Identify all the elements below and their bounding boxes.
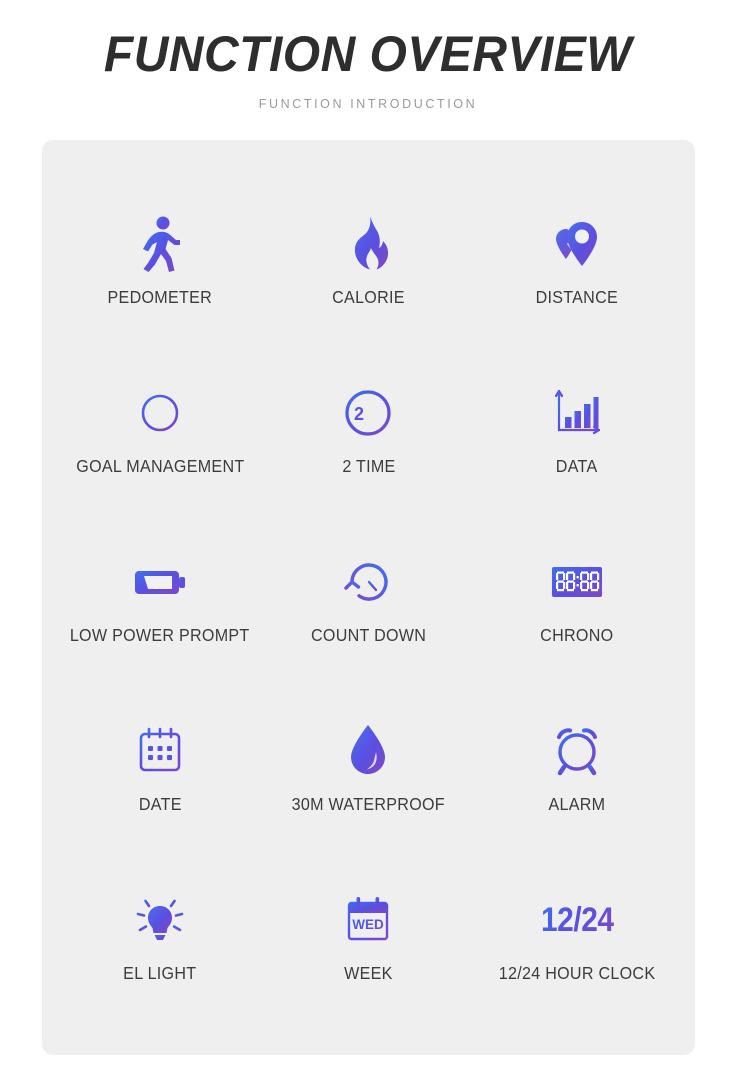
page-header: FUNCTION OVERVIEW FUNCTION INTRODUCTION [0, 0, 736, 111]
feature-12-24-hour-clock[interactable]: 12/24 12/24 HOUR CLOCK [473, 852, 681, 1021]
svg-text:WED: WED [353, 917, 385, 932]
feature-count-down[interactable]: COUNT DOWN [264, 514, 472, 683]
feature-alarm[interactable]: ALARM [473, 683, 681, 852]
page-subtitle: FUNCTION INTRODUCTION [258, 96, 478, 111]
feature-date[interactable]: DATE [56, 683, 264, 852]
feature-pedometer[interactable]: PEDOMETER [56, 176, 264, 345]
feature-2-time[interactable]: 2 2 TIME [264, 345, 472, 514]
battery-icon [131, 551, 189, 613]
feature-label: DATA [555, 456, 598, 476]
clock-counterclockwise-icon [341, 551, 395, 613]
feature-chrono[interactable]: CHRONO [473, 514, 681, 683]
feature-goal-management[interactable]: GOAL MANAGEMENT [56, 345, 264, 514]
digital-display-icon [550, 551, 604, 613]
feature-distance[interactable]: DISTANCE [473, 176, 681, 345]
feature-30m-waterproof[interactable]: 30M WATERPROOF [264, 683, 472, 852]
feature-label: EL LIGHT [123, 963, 197, 983]
water-droplet-icon [346, 720, 390, 782]
feature-label: PEDOMETER [107, 287, 213, 307]
feature-label: DATE [138, 794, 182, 814]
features-card: PEDOMETER CALORIE DISTANCE GOAL MANAGEME… [42, 140, 695, 1055]
feature-label: DISTANCE [535, 287, 619, 307]
feature-data[interactable]: DATA [473, 345, 681, 514]
flame-icon [346, 213, 390, 275]
running-person-icon [135, 213, 185, 275]
dual-time-clock-icon: 2 [342, 382, 394, 444]
feature-el-light[interactable]: EL LIGHT [56, 852, 264, 1021]
calendar-grid-icon [134, 720, 186, 782]
feature-label: CHRONO [540, 625, 614, 645]
feature-low-power-prompt[interactable]: LOW POWER PROMPT [56, 514, 264, 683]
twelve-twentyfour-text: 12/24 [540, 900, 614, 939]
feature-label: ALARM [548, 794, 606, 814]
crosshair-target-icon [132, 382, 188, 444]
bar-chart-icon [551, 382, 603, 444]
feature-label: 2 TIME [341, 456, 396, 476]
page-title: FUNCTION OVERVIEW [103, 26, 633, 82]
feature-label: GOAL MANAGEMENT [76, 456, 245, 476]
feature-label: CALORIE [332, 287, 405, 307]
twelve-twentyfour-text-icon: 12/24 [536, 889, 619, 951]
feature-label: 12/24 HOUR CLOCK [498, 963, 656, 983]
feature-label: 30M WATERPROOF [291, 794, 446, 814]
alarm-clock-icon [550, 720, 604, 782]
feature-week[interactable]: WED WEEK [264, 852, 472, 1021]
function-overview-page: FUNCTION OVERVIEW FUNCTION INTRODUCTION … [0, 0, 736, 1090]
calendar-weekday-icon: WED [341, 889, 395, 951]
feature-label: WEEK [344, 963, 393, 983]
feature-calorie[interactable]: CALORIE [264, 176, 472, 345]
map-pin-icon [551, 213, 603, 275]
svg-text:2: 2 [354, 404, 364, 424]
light-bulb-icon [132, 889, 188, 951]
features-grid: PEDOMETER CALORIE DISTANCE GOAL MANAGEME… [42, 140, 695, 1055]
feature-label: COUNT DOWN [310, 625, 427, 645]
feature-label: LOW POWER PROMPT [70, 625, 251, 645]
